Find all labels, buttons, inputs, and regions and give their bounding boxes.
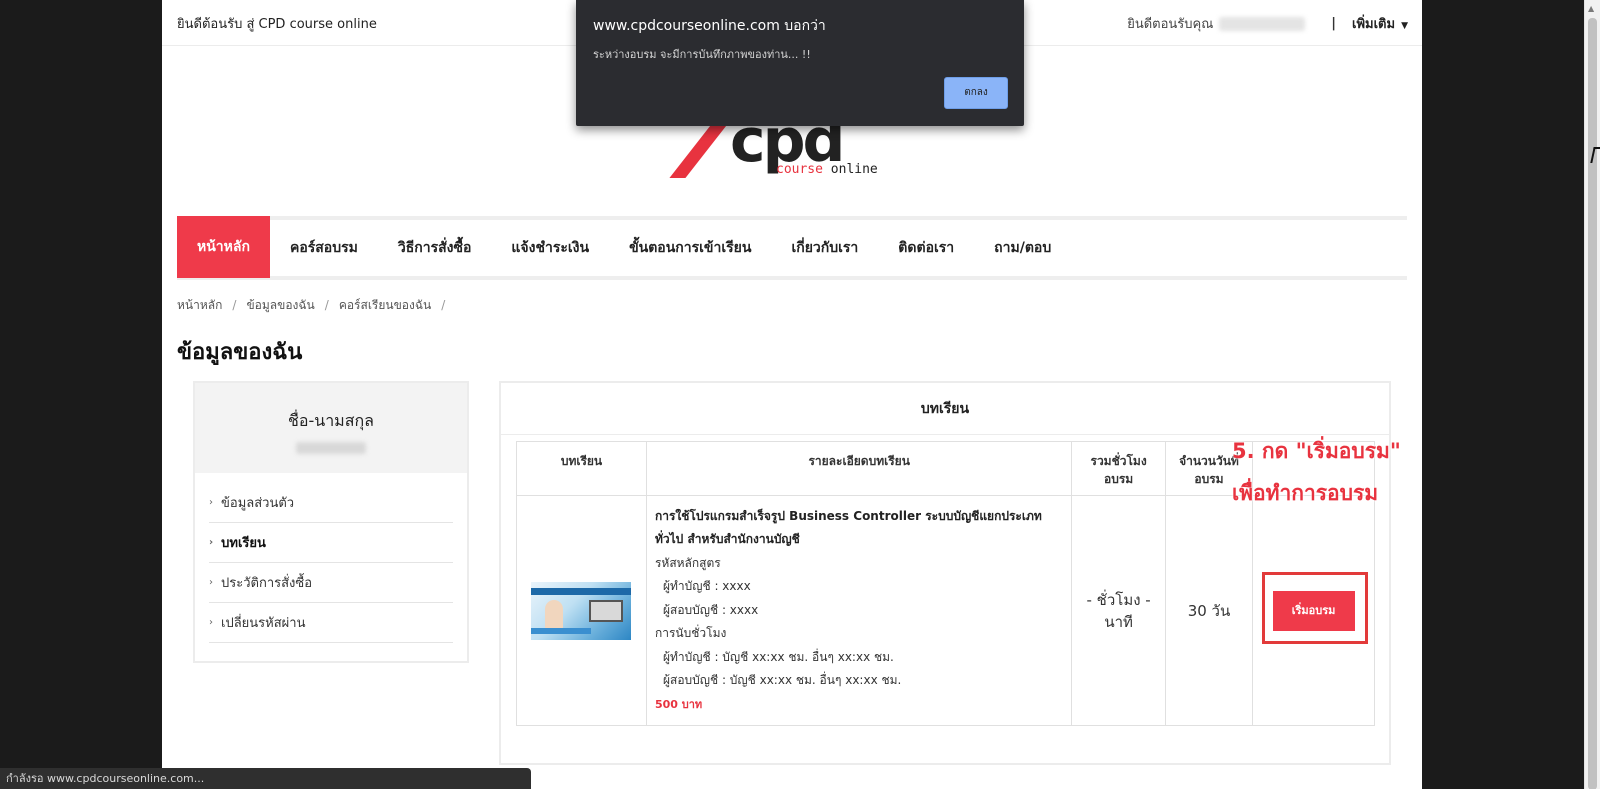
caret-down-icon: ▼ [1401, 21, 1408, 31]
welcome-text: ยินดีต้อนรับ สู่ CPD course online [177, 17, 377, 32]
profile-menu-lessons[interactable]: › บทเรียน [209, 523, 453, 563]
chevron-right-icon: › [209, 537, 214, 548]
scrollbar[interactable]: ▲ [1584, 0, 1600, 789]
hours-value-line2: นาที [1104, 612, 1133, 631]
more-menu[interactable]: เพิ่มเติม ▼ [1352, 13, 1408, 34]
scrollbar-thumb[interactable] [1588, 18, 1597, 789]
lesson-detail-cell: การใช้โปรแกรมสำเร็จรูป Business Controll… [645, 495, 1073, 726]
alert-dialog: www.cpdcourseonline.com บอกว่า ระหว่างอบ… [576, 0, 1024, 126]
lesson-thumbnail-cell [516, 495, 647, 726]
course-title: การใช้โปรแกรมสำเร็จรูป Business Controll… [654, 508, 1042, 547]
profile-menu-label: ข้อมูลส่วนตัว [221, 496, 295, 511]
course-price: 500 บาท [654, 697, 703, 711]
profile-header: ชื่อ-นามสกุล [195, 383, 467, 473]
header-hours: รวมชั่วโมงอบรม [1071, 441, 1166, 496]
user-greeting: ยินดีตอนรับคุณ [1127, 17, 1214, 32]
user-area: ยินดีตอนรับคุณ | เพิ่มเติม ▼ [1127, 13, 1408, 34]
table-row: การใช้โปรแกรมสำเร็จรูป Business Controll… [516, 495, 1375, 726]
profile-menu-label: เปลี่ยนรหัสผ่าน [221, 616, 306, 631]
lesson-hours-cell: - ชั่วโมง - นาที [1071, 495, 1166, 726]
auditor-hours: ผู้สอบบัญชี : บัญชี xx:xx ชม. อื่นๆ xx:x… [662, 673, 902, 688]
annotation-line1: 5. กด "เริ่มอบรม" [1232, 439, 1401, 463]
nav-faq[interactable]: ถาม/ตอบ [974, 220, 1071, 276]
nav-payment-notify[interactable]: แจ้งชำระเงิน [491, 220, 609, 276]
accountant-hours: ผู้ทำบัญชี : บัญชี xx:xx ชม. อื่นๆ xx:xx… [662, 649, 894, 664]
profile-name-label: ชื่อ-นามสกุล [288, 411, 374, 430]
breadcrumb: หน้าหลัก / ข้อมูลของฉัน / คอร์สเรียนของฉัน / [177, 296, 455, 315]
separator: | [1331, 16, 1337, 31]
user-name-blurred [1219, 16, 1306, 31]
chevron-right-icon: › [209, 617, 213, 628]
auditor-code: ผู้สอบบัญชี : xxxx [662, 602, 759, 617]
nav-how-to-order[interactable]: วิธีการสั่งซื้อ [378, 220, 492, 276]
nav-contact[interactable]: ติดต่อเรา [878, 220, 974, 276]
profile-menu-label: บทเรียน [221, 536, 266, 551]
thumbnail-band-bottom [531, 627, 592, 634]
main-nav: หน้าหลัก คอร์สอบรม วิธีการสั่งซื้อ แจ้งช… [177, 216, 1407, 280]
thumbnail-laptop [589, 599, 624, 622]
header-days-line1: จำนวนวันที่ [1179, 454, 1239, 468]
page-title: ข้อมูลของฉัน [177, 340, 303, 365]
breadcrumb-my-info[interactable]: ข้อมูลของฉัน [246, 298, 314, 312]
breadcrumb-home[interactable]: หน้าหลัก [177, 298, 222, 312]
dialog-ok-button[interactable]: ตกลง [944, 77, 1008, 109]
dialog-title: www.cpdcourseonline.com บอกว่า [593, 18, 826, 34]
breadcrumb-sep: / [324, 298, 329, 312]
chevron-right-icon: › [209, 497, 213, 508]
breadcrumb-sep: / [441, 298, 446, 312]
chevron-right-icon: › [209, 577, 213, 588]
profile-menu-change-password[interactable]: › เปลี่ยนรหัสผ่าน [209, 603, 453, 643]
logo-tagline: course online [776, 162, 878, 177]
more-label: เพิ่มเติม [1352, 17, 1396, 32]
nav-home[interactable]: หน้าหลัก [177, 216, 270, 278]
thumbnail-person [545, 599, 564, 630]
profile-menu-label: ประวัติการสั่งซื้อ [221, 576, 313, 591]
header-lesson: บทเรียน [516, 441, 647, 496]
logo-tagline-course: course [776, 162, 823, 177]
thumbnail-band [531, 587, 632, 595]
header-detail: รายละเอียดบทเรียน [645, 441, 1073, 496]
breadcrumb-my-courses[interactable]: คอร์สเรียนของฉัน [339, 298, 431, 312]
scroll-up-icon[interactable]: ▲ [1588, 4, 1594, 13]
status-bar: กำลังรอ www.cpdcourseonline.com... [0, 768, 531, 789]
accountant-code: ผู้ทำบัญชี : xxxx [662, 579, 751, 594]
hour-count-label: การนับชั่วโมง [654, 626, 727, 641]
annotation-line2: เพื่อทำการอบรม [1232, 481, 1379, 505]
profile-name-blurred [296, 442, 366, 454]
header-days-line2: อบรม [1194, 472, 1224, 486]
nav-about[interactable]: เกี่ยวกับเรา [771, 220, 878, 276]
logo-tagline-online: online [822, 162, 878, 177]
header-hours-line2: อบรม [1104, 472, 1134, 486]
nav-study-steps[interactable]: ขั้นตอนการเข้าเรียน [609, 220, 771, 276]
dialog-message: ระหว่างอบรม จะมีการบันทึกภาพของท่าน... !… [593, 48, 811, 61]
step-annotation: 5. กด "เริ่มอบรม" เพื่อทำการอบรม [1232, 430, 1401, 514]
profile-menu-order-history[interactable]: › ประวัติการสั่งซื้อ [209, 563, 453, 603]
profile-panel: ชื่อ-นามสกุล › ข้อมูลส่วนตัว › บทเรียน › ปร… [193, 381, 469, 663]
profile-menu: › ข้อมูลส่วนตัว › บทเรียน › ประวัติการสั่งซ… [195, 473, 467, 643]
nav-courses[interactable]: คอร์สอบรม [270, 220, 378, 276]
lesson-days-cell: 30 วัน [1164, 495, 1254, 726]
breadcrumb-sep: / [232, 298, 237, 312]
course-code-label: รหัสหลักสูตร [654, 555, 721, 570]
hours-value-line1: - ชั่วโมง - [1086, 590, 1151, 609]
profile-menu-personal-info[interactable]: › ข้อมูลส่วนตัว [209, 483, 453, 523]
lessons-title: บทเรียน [501, 383, 1389, 435]
course-thumbnail-image[interactable] [531, 581, 632, 640]
highlight-box [1262, 572, 1368, 644]
header-hours-line1: รวมชั่วโมง [1090, 454, 1147, 468]
